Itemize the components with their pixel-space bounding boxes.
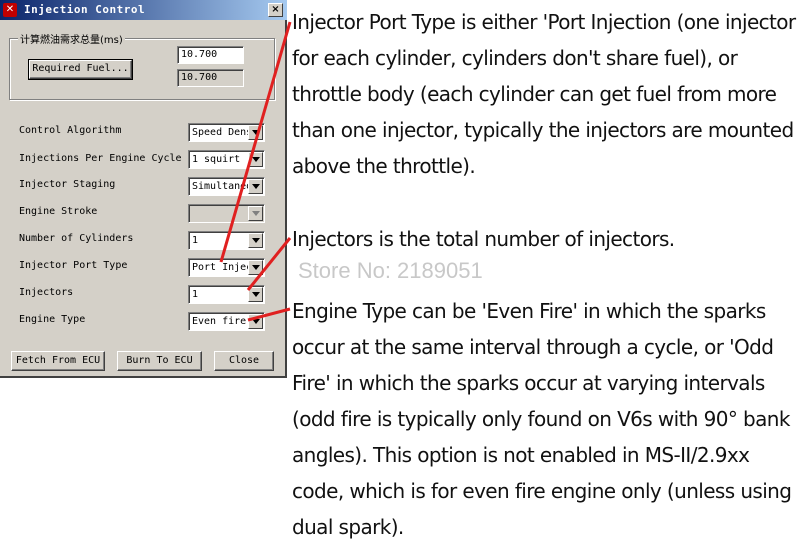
close-window-button[interactable]: × xyxy=(268,3,283,17)
number-of-cylinders-select[interactable]: 1 xyxy=(188,231,265,250)
injector-port-type-select[interactable]: Port Injection xyxy=(188,258,265,277)
injector-staging-select[interactable]: Simultaneous xyxy=(188,177,265,196)
engine-type-annotation: Engine Type can be 'Even Fire' in which … xyxy=(292,299,792,539)
injector-staging-value: Simultaneous xyxy=(192,181,250,192)
chevron-down-icon[interactable] xyxy=(248,125,263,140)
number-of-cylinders-label: Number of Cylinders xyxy=(19,233,134,244)
control-algorithm-value: Speed Density xyxy=(192,127,250,138)
port-type-annotation: Injector Port Type is either 'Port Injec… xyxy=(292,10,796,178)
injector-staging-label: Injector Staging xyxy=(19,179,116,190)
chevron-down-icon[interactable] xyxy=(248,179,263,194)
required-fuel-button[interactable]: Required Fuel... xyxy=(28,59,133,80)
injector-port-type-label: Injector Port Type xyxy=(19,260,128,271)
injectors-select[interactable]: 1 xyxy=(188,285,265,304)
fetch-from-ecu-button[interactable]: Fetch From ECU xyxy=(11,351,105,371)
engine-type-value: Even fire xyxy=(192,316,247,327)
required-fuel-computed-value: 10.700 xyxy=(177,69,244,87)
chevron-down-icon[interactable] xyxy=(248,233,263,248)
close-button[interactable]: Close xyxy=(214,351,274,371)
chevron-down-icon[interactable] xyxy=(248,287,263,302)
injections-per-cycle-label: Injections Per Engine Cycle xyxy=(19,153,182,164)
control-algorithm-select[interactable]: Speed Density xyxy=(188,123,265,142)
injection-control-window: ✕ Injection Control × 计算燃油需求总量(ms) Requi… xyxy=(0,0,287,378)
injectors-value: 1 xyxy=(192,289,199,300)
chevron-down-icon[interactable] xyxy=(248,260,263,275)
injectors-annotation: Injectors is the total number of injecto… xyxy=(292,227,675,251)
chevron-down-icon[interactable] xyxy=(248,314,263,329)
engine-type-label: Engine Type xyxy=(19,314,86,325)
chevron-down-icon[interactable] xyxy=(248,152,263,167)
engine-stroke-select xyxy=(188,204,265,223)
title-bar[interactable]: ✕ Injection Control × xyxy=(0,0,287,20)
control-algorithm-label: Control Algorithm xyxy=(19,125,122,136)
app-icon: ✕ xyxy=(3,3,17,17)
engine-stroke-label: Engine Stroke xyxy=(19,206,98,217)
chevron-down-icon xyxy=(248,206,263,221)
injectors-label: Injectors xyxy=(19,287,74,298)
injector-port-type-value: Port Injection xyxy=(192,262,250,273)
injections-per-cycle-select[interactable]: 1 squirt xyxy=(188,150,265,169)
number-of-cylinders-value: 1 xyxy=(192,235,199,246)
burn-to-ecu-button[interactable]: Burn To ECU xyxy=(117,351,202,371)
store-watermark: Store No: 2189051 xyxy=(298,258,483,283)
required-fuel-input[interactable]: 10.700 xyxy=(177,46,244,64)
injections-per-cycle-value: 1 squirt xyxy=(192,154,241,165)
required-fuel-group-label: 计算燃油需求总量(ms) xyxy=(18,31,125,46)
engine-type-select[interactable]: Even fire xyxy=(188,312,265,331)
window-title: Injection Control xyxy=(24,3,146,16)
